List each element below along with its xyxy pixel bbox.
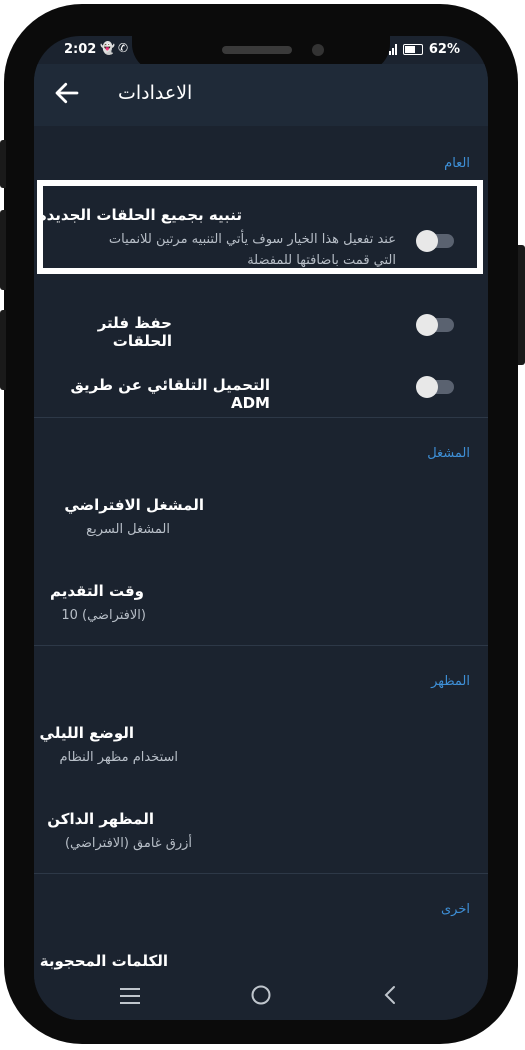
setting-blocked-words-label: الكلمات المحجوبة — [39, 952, 168, 970]
side-button-left-1 — [0, 140, 6, 188]
setting-seek-time-label: وقت التقديم — [50, 582, 144, 600]
settings-list: العام تنبيه بجميع الحلقات الجديدة عند تف… — [34, 126, 488, 972]
back-nav-icon[interactable] — [382, 984, 398, 1006]
status-time: 2:02 — [64, 42, 97, 57]
setting-seek-time-sub: (الافتراضي) 10 — [61, 608, 146, 623]
save-filter-toggle[interactable] — [416, 314, 454, 336]
setting-default-player-sub: المشغل السريع — [86, 522, 170, 537]
divider — [34, 645, 488, 646]
section-header-appearance: المظهر — [431, 674, 470, 689]
highlight-box — [37, 180, 483, 274]
system-nav-bar — [34, 972, 488, 1020]
battery-icon — [402, 44, 423, 55]
section-header-other: اخرى — [441, 902, 470, 917]
setting-night-mode[interactable]: الوضع الليلي استخدام مظهر النظام — [34, 716, 488, 780]
page-title: الاعدادات — [118, 82, 193, 104]
setting-dark-theme-label: المظهر الداكن — [47, 810, 154, 828]
setting-default-player-label: المشغل الافتراضي — [64, 496, 204, 514]
back-arrow-icon[interactable] — [52, 78, 82, 108]
signal-icon — [388, 44, 397, 55]
side-button-left-3 — [0, 310, 6, 390]
setting-night-mode-sub: استخدام مظهر النظام — [59, 750, 178, 765]
setting-night-mode-label: الوضع الليلي — [39, 724, 134, 742]
adm-toggle[interactable] — [416, 376, 454, 398]
screen: 2:02 👻 ✆ 62% الاعدادات العام تنبيه بجميع… — [34, 36, 488, 1020]
battery-percent: 62% — [428, 42, 460, 57]
home-icon[interactable] — [250, 984, 272, 1006]
front-camera — [312, 44, 324, 56]
status-right: 62% — [388, 42, 460, 57]
setting-adm-label: التحميل التلقائي عن طريق ADM — [70, 376, 270, 412]
side-button-left-2 — [0, 210, 6, 290]
section-header-general: العام — [444, 156, 470, 171]
recents-icon[interactable] — [118, 986, 142, 1006]
divider — [34, 873, 488, 874]
section-header-player: المشغل — [427, 446, 470, 461]
toggle-knob — [416, 314, 438, 336]
snapchat-icon: 👻 — [100, 41, 115, 55]
setting-default-player[interactable]: المشغل الافتراضي المشغل السريع — [34, 488, 488, 552]
setting-seek-time[interactable]: وقت التقديم (الافتراضي) 10 — [34, 572, 488, 636]
toggle-knob — [416, 376, 438, 398]
setting-save-filter-label: حفظ فلتر الحلقات — [97, 314, 172, 350]
setting-dark-theme[interactable]: المظهر الداكن أزرق غامق (الافتراضي) — [34, 800, 488, 864]
app-bar: الاعدادات — [34, 64, 488, 126]
divider — [34, 417, 488, 418]
setting-save-filter[interactable]: حفظ فلتر الحلقات — [34, 296, 488, 352]
side-button-right — [518, 245, 525, 365]
setting-adm[interactable]: التحميل التلقائي عن طريق ADM — [34, 358, 488, 414]
whatsapp-icon: ✆ — [118, 41, 129, 55]
setting-dark-theme-sub: أزرق غامق (الافتراضي) — [64, 836, 192, 851]
speaker-grill — [222, 46, 292, 54]
